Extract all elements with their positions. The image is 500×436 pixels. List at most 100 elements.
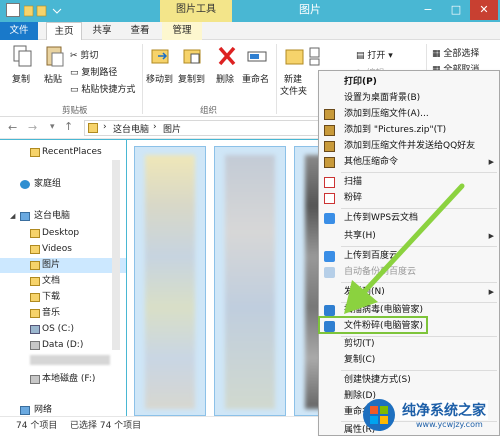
homegroup-icon bbox=[20, 180, 30, 189]
watermark-title: 纯净系统之家 bbox=[400, 400, 488, 420]
computer-icon bbox=[20, 212, 30, 221]
nav-item-desktop[interactable]: Desktop bbox=[0, 226, 126, 241]
open-button[interactable]: ▤ 打开 ▾ bbox=[356, 48, 393, 61]
tab-home[interactable]: 主页 bbox=[46, 22, 82, 40]
item-count: 74 个项目 bbox=[16, 421, 58, 431]
open-label: 打开 bbox=[367, 51, 386, 61]
nav-item-drive-d[interactable]: Data (D:) bbox=[0, 338, 126, 353]
maximize-button[interactable]: □ bbox=[442, 0, 470, 20]
network-icon bbox=[20, 406, 30, 415]
forward-icon[interactable]: → bbox=[28, 121, 37, 134]
submenu-arrow-icon: ▶ bbox=[488, 232, 494, 240]
menu-item-set-desktop-background[interactable]: 设置为桌面背景(B) bbox=[319, 91, 499, 106]
nav-item-homegroup[interactable]: 家庭组 bbox=[0, 177, 126, 192]
breadcrumb-pictures[interactable]: 图片 bbox=[163, 122, 181, 135]
nav-item-label: Data (D:) bbox=[42, 340, 84, 350]
back-icon[interactable]: ← bbox=[8, 121, 17, 134]
select-all-button[interactable]: ▦ 全部选择 bbox=[432, 46, 479, 59]
paste-button[interactable]: 粘贴 bbox=[44, 72, 62, 85]
select-all-label: 全部选择 bbox=[443, 49, 480, 59]
delete-icon bbox=[218, 46, 236, 66]
breadcrumb-sep: › bbox=[153, 122, 157, 132]
ribbon-tabs: 文件 主页 共享 查看 管理 bbox=[0, 22, 500, 40]
nav-item-documents[interactable]: 文档 bbox=[0, 274, 126, 289]
cut-button[interactable]: ✂ 剪切 bbox=[70, 48, 98, 61]
recent-locations-icon[interactable]: ▾ bbox=[50, 122, 55, 132]
tab-manage[interactable]: 管理 bbox=[162, 22, 202, 40]
copy-path-button[interactable]: ▭ 复制路径 bbox=[70, 65, 117, 78]
nav-item-label: Desktop bbox=[42, 228, 80, 238]
nav-item-drive-c[interactable]: OS (C:) bbox=[0, 322, 126, 337]
breadcrumb-sep: › bbox=[103, 122, 107, 132]
menu-item-other-compress[interactable]: 其他压缩命令 ▶ bbox=[319, 155, 499, 170]
copy-to-icon bbox=[183, 49, 201, 64]
up-icon[interactable]: ↑ bbox=[64, 120, 73, 133]
menu-item-cut[interactable]: 剪切(T) bbox=[319, 337, 499, 352]
menu-item-create-shortcut[interactable]: 创建快捷方式(S) bbox=[319, 373, 499, 388]
menu-item-print[interactable]: 打印(P) bbox=[319, 75, 499, 90]
nav-item-videos[interactable]: Videos bbox=[0, 242, 126, 257]
blurred-drive-item bbox=[30, 355, 110, 365]
move-to-button[interactable]: 移动到 bbox=[146, 72, 173, 85]
selected-count: 已选择 74 个项目 bbox=[70, 421, 142, 431]
paste-shortcut-button[interactable]: ▭ 粘贴快捷方式 bbox=[70, 82, 135, 95]
minimize-button[interactable]: − bbox=[414, 0, 442, 20]
archive-icon bbox=[324, 141, 335, 152]
folder-icon bbox=[30, 261, 40, 270]
nav-item-pictures[interactable]: 图片 bbox=[0, 258, 126, 273]
folder-icon bbox=[88, 123, 98, 133]
rename-button[interactable]: 重命名 bbox=[242, 72, 269, 85]
drive-icon bbox=[30, 375, 40, 384]
tab-file[interactable]: 文件 bbox=[0, 22, 38, 40]
nav-item-label: 文档 bbox=[42, 276, 61, 286]
folder-icon bbox=[30, 293, 40, 302]
quick-access-icon[interactable] bbox=[6, 3, 20, 17]
nav-item-downloads[interactable]: 下载 bbox=[0, 290, 126, 305]
drive-icon bbox=[30, 325, 40, 334]
nav-scrollbar[interactable] bbox=[112, 160, 120, 350]
tab-share[interactable]: 共享 bbox=[84, 22, 120, 40]
quick-access-toolbar[interactable] bbox=[24, 5, 84, 17]
paste-icon bbox=[46, 46, 64, 67]
archive-icon bbox=[324, 109, 335, 120]
expand-icon[interactable]: ◢ bbox=[10, 209, 15, 224]
menu-item-label: 设置为桌面背景(B) bbox=[344, 93, 421, 103]
menu-item-archive-send-qq[interactable]: 添加到压缩文件并发送给QQ好友 bbox=[319, 139, 499, 154]
new-folder-label: 文件夹 bbox=[280, 87, 308, 97]
thumbnail-column[interactable] bbox=[134, 146, 206, 416]
nav-item-music[interactable]: 音乐 bbox=[0, 306, 126, 321]
menu-item-copy[interactable]: 复制(C) bbox=[319, 353, 499, 368]
cut-label: 剪切 bbox=[80, 51, 99, 61]
nav-item-recentplaces[interactable]: RecentPlaces bbox=[0, 145, 126, 160]
nav-item-drive-f[interactable]: 本地磁盘 (F:) bbox=[0, 372, 126, 387]
copy-button[interactable]: 复制 bbox=[12, 72, 30, 85]
folder-icon bbox=[30, 309, 40, 318]
move-to-icon bbox=[151, 49, 169, 64]
archive-icon bbox=[324, 157, 335, 168]
submenu-arrow-icon: ▶ bbox=[488, 158, 494, 166]
navigation-pane: RecentPlaces 家庭组 ◢ 这台电脑 Desktop Videos 图… bbox=[0, 140, 126, 416]
menu-item-add-to-zip[interactable]: 添加到 "Pictures.zip"(T) bbox=[319, 123, 499, 138]
menu-item-label: 添加到压缩文件并发送给QQ好友 bbox=[344, 141, 476, 151]
breadcrumb-this-pc[interactable]: 这台电脑 bbox=[113, 122, 149, 135]
nav-item-label: 下载 bbox=[42, 292, 61, 302]
close-button[interactable]: ✕ bbox=[470, 0, 498, 20]
new-item-icon[interactable] bbox=[306, 44, 328, 68]
copy-icon bbox=[13, 45, 32, 67]
watermark: 纯净系统之家 www.ycwjzy.com bbox=[358, 394, 500, 436]
paste-shortcut-label: 粘贴快捷方式 bbox=[81, 85, 136, 95]
tab-view[interactable]: 查看 bbox=[122, 22, 158, 40]
nav-item-label: 家庭组 bbox=[34, 179, 62, 189]
menu-item-add-to-archive[interactable]: 添加到压缩文件(A)... bbox=[319, 107, 499, 122]
watermark-logo-icon bbox=[363, 399, 395, 431]
copy-to-button[interactable]: 复制到 bbox=[178, 72, 205, 85]
picture-tools-label: 图片工具 bbox=[160, 0, 232, 22]
thumbnail-column[interactable] bbox=[214, 146, 286, 416]
nav-item-label: Videos bbox=[42, 244, 72, 254]
window-title: 图片 bbox=[299, 3, 321, 16]
delete-button[interactable]: 删除 bbox=[216, 72, 234, 85]
submenu-arrow-icon: ▶ bbox=[488, 288, 494, 296]
nav-item-label: 本地磁盘 (F:) bbox=[42, 374, 96, 384]
annotation-arrow bbox=[344, 183, 465, 314]
nav-item-this-pc[interactable]: ◢ 这台电脑 bbox=[0, 209, 126, 224]
